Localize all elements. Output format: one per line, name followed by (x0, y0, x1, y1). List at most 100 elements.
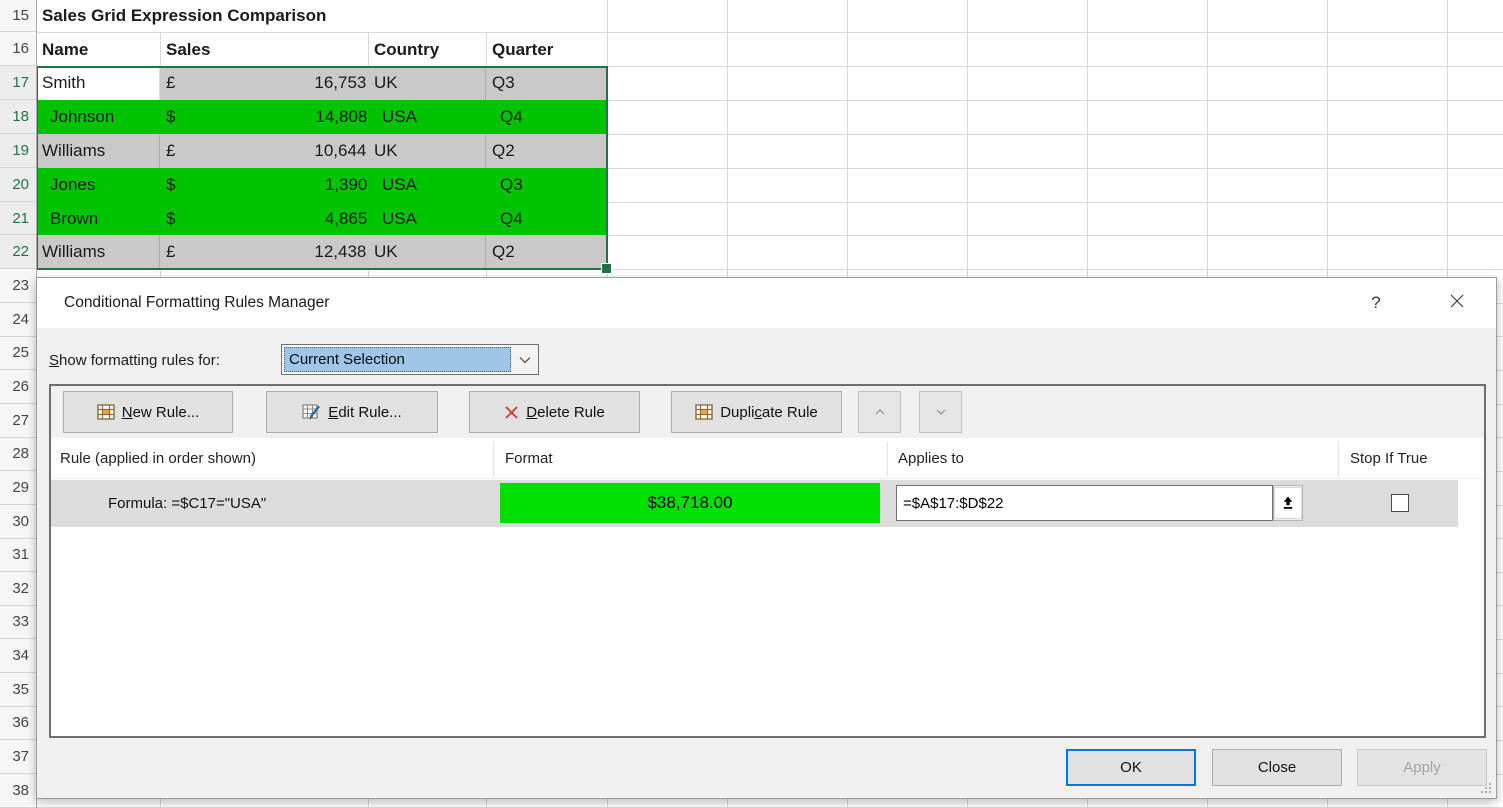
row-header-16[interactable]: 16 (0, 32, 36, 66)
row-header-34[interactable]: 34 (0, 639, 36, 673)
show-rules-label: Show formatting rules for: (49, 345, 220, 376)
cell-d19[interactable]: Q2 (486, 134, 607, 168)
rule-list-item[interactable]: Formula: =$C17="USA" $38,718.00 (51, 480, 1458, 527)
sheet-title-cell[interactable]: Sales Grid Expression Comparison (36, 0, 492, 32)
table-row: Jones $ 1,390.00 USA Q3 (36, 168, 607, 202)
row-header-37[interactable]: 37 (0, 740, 36, 774)
cell-b19-currency[interactable]: £ (160, 134, 196, 168)
help-button[interactable]: ? (1361, 289, 1391, 317)
dialog-titlebar[interactable]: Conditional Formatting Rules Manager ? (37, 278, 1496, 328)
row-header-38[interactable]: 38 (0, 774, 36, 808)
cell-a17[interactable]: Smith (36, 66, 160, 100)
resize-grip-icon[interactable] (1479, 781, 1493, 795)
row-header-21[interactable]: 21 (0, 202, 36, 235)
column-separator (493, 442, 494, 476)
table-row: Williams £ 12,438.00 UK Q2 (36, 235, 607, 269)
rules-toolbar: New Rule... Edit Rule... Delete Rule (51, 386, 1484, 438)
duplicate-rule-button[interactable]: Duplicate Rule (671, 391, 842, 433)
row-header-27[interactable]: 27 (0, 404, 36, 438)
cell-a21[interactable]: Brown (36, 202, 160, 235)
row-header-36[interactable]: 36 (0, 706, 36, 740)
cell-b17-currency[interactable]: £ (160, 66, 196, 100)
table-row: Johnson $ 14,808.00 USA Q4 (36, 100, 607, 134)
button-label: New Rule... (122, 404, 200, 421)
scope-dropdown-value: Current Selection (284, 347, 511, 372)
move-rule-up-button[interactable] (858, 391, 901, 433)
button-label: Edit Rule... (328, 404, 401, 421)
cell-c17[interactable]: UK (368, 66, 486, 100)
column-separator (1338, 442, 1339, 476)
gridline (0, 269, 1503, 270)
row-header-23[interactable]: 23 (0, 269, 36, 303)
row-header-25[interactable]: 25 (0, 336, 36, 370)
row-header-26[interactable]: 26 (0, 370, 36, 404)
row-header-29[interactable]: 29 (0, 471, 36, 505)
cell-d20[interactable]: Q3 (486, 168, 607, 202)
button-label: Delete Rule (526, 404, 604, 421)
row-header-33[interactable]: 33 (0, 605, 36, 639)
row-header-20[interactable]: 20 (0, 168, 36, 202)
column-header-quarter[interactable]: Quarter (486, 33, 607, 66)
row-header-30[interactable]: 30 (0, 505, 36, 539)
cell-d22[interactable]: Q2 (486, 235, 607, 269)
column-header-country[interactable]: Country (368, 33, 486, 66)
row-header-18[interactable]: 18 (0, 100, 36, 134)
delete-rule-button[interactable]: Delete Rule (469, 391, 640, 433)
cell-b21-currency[interactable]: $ (160, 202, 196, 235)
row-header-32[interactable]: 32 (0, 572, 36, 606)
apply-button[interactable]: Apply (1357, 749, 1487, 786)
row-header-column[interactable]: 1516171819202122232425262728293031323334… (0, 0, 37, 808)
fill-handle[interactable] (601, 263, 612, 274)
column-header-name[interactable]: Name (36, 33, 160, 66)
list-header-stop-if-true: Stop If True (1350, 440, 1428, 478)
cell-b18-currency[interactable]: $ (160, 100, 196, 134)
edit-rule-button[interactable]: Edit Rule... (266, 391, 438, 433)
cell-c22[interactable]: UK (368, 235, 486, 269)
chevron-down-icon (933, 405, 949, 419)
row-header-28[interactable]: 28 (0, 437, 36, 471)
table-row: Williams £ 10,644.00 UK Q2 (36, 134, 607, 168)
ok-button[interactable]: OK (1066, 749, 1196, 786)
cell-d18[interactable]: Q4 (486, 100, 607, 134)
cell-a18[interactable]: Johnson (36, 100, 160, 134)
table-grid-icon (695, 404, 713, 420)
scope-dropdown[interactable]: Current Selection (281, 344, 539, 375)
cell-c21[interactable]: USA (368, 202, 486, 235)
red-x-icon (504, 405, 519, 420)
row-header-35[interactable]: 35 (0, 673, 36, 707)
header-divider (51, 478, 1484, 479)
conditional-formatting-rules-manager-dialog: Conditional Formatting Rules Manager ? S… (36, 277, 1497, 799)
row-header-17[interactable]: 17 (0, 66, 36, 100)
cell-d17[interactable]: Q3 (486, 66, 607, 100)
cell-a22[interactable]: Williams (36, 235, 160, 269)
rules-list-panel: New Rule... Edit Rule... Delete Rule (49, 384, 1486, 738)
move-rule-down-button[interactable] (919, 391, 962, 433)
row-header-15[interactable]: 15 (0, 0, 36, 32)
chevron-down-icon[interactable] (511, 345, 538, 374)
row-header-24[interactable]: 24 (0, 303, 36, 337)
cell-d21[interactable]: Q4 (486, 202, 607, 235)
cell-a20[interactable]: Jones (36, 168, 160, 202)
edit-pencil-icon (302, 404, 321, 421)
cell-b22-currency[interactable]: £ (160, 235, 196, 269)
cell-a19[interactable]: Williams (36, 134, 160, 168)
row-header-31[interactable]: 31 (0, 538, 36, 572)
row-header-19[interactable]: 19 (0, 134, 36, 168)
applies-to-input[interactable] (896, 485, 1273, 521)
stop-if-true-checkbox[interactable] (1391, 494, 1409, 512)
cell-b20-currency[interactable]: $ (160, 168, 196, 202)
close-button[interactable] (1442, 289, 1472, 317)
collapse-dialog-button[interactable] (1273, 485, 1303, 521)
row-header-22[interactable]: 22 (0, 235, 36, 269)
list-header-applies-to: Applies to (898, 440, 964, 478)
new-rule-button[interactable]: New Rule... (63, 391, 233, 433)
cell-c18[interactable]: USA (368, 100, 486, 134)
column-header-sales[interactable]: Sales (160, 33, 368, 66)
cell-c19[interactable]: UK (368, 134, 486, 168)
cell-c20[interactable]: USA (368, 168, 486, 202)
list-header-format: Format (505, 440, 553, 478)
rule-format-preview: $38,718.00 (500, 483, 880, 523)
close-dialog-button[interactable]: Close (1212, 749, 1342, 786)
column-separator (887, 442, 888, 476)
excel-window: 1516171819202122232425262728293031323334… (0, 0, 1503, 808)
